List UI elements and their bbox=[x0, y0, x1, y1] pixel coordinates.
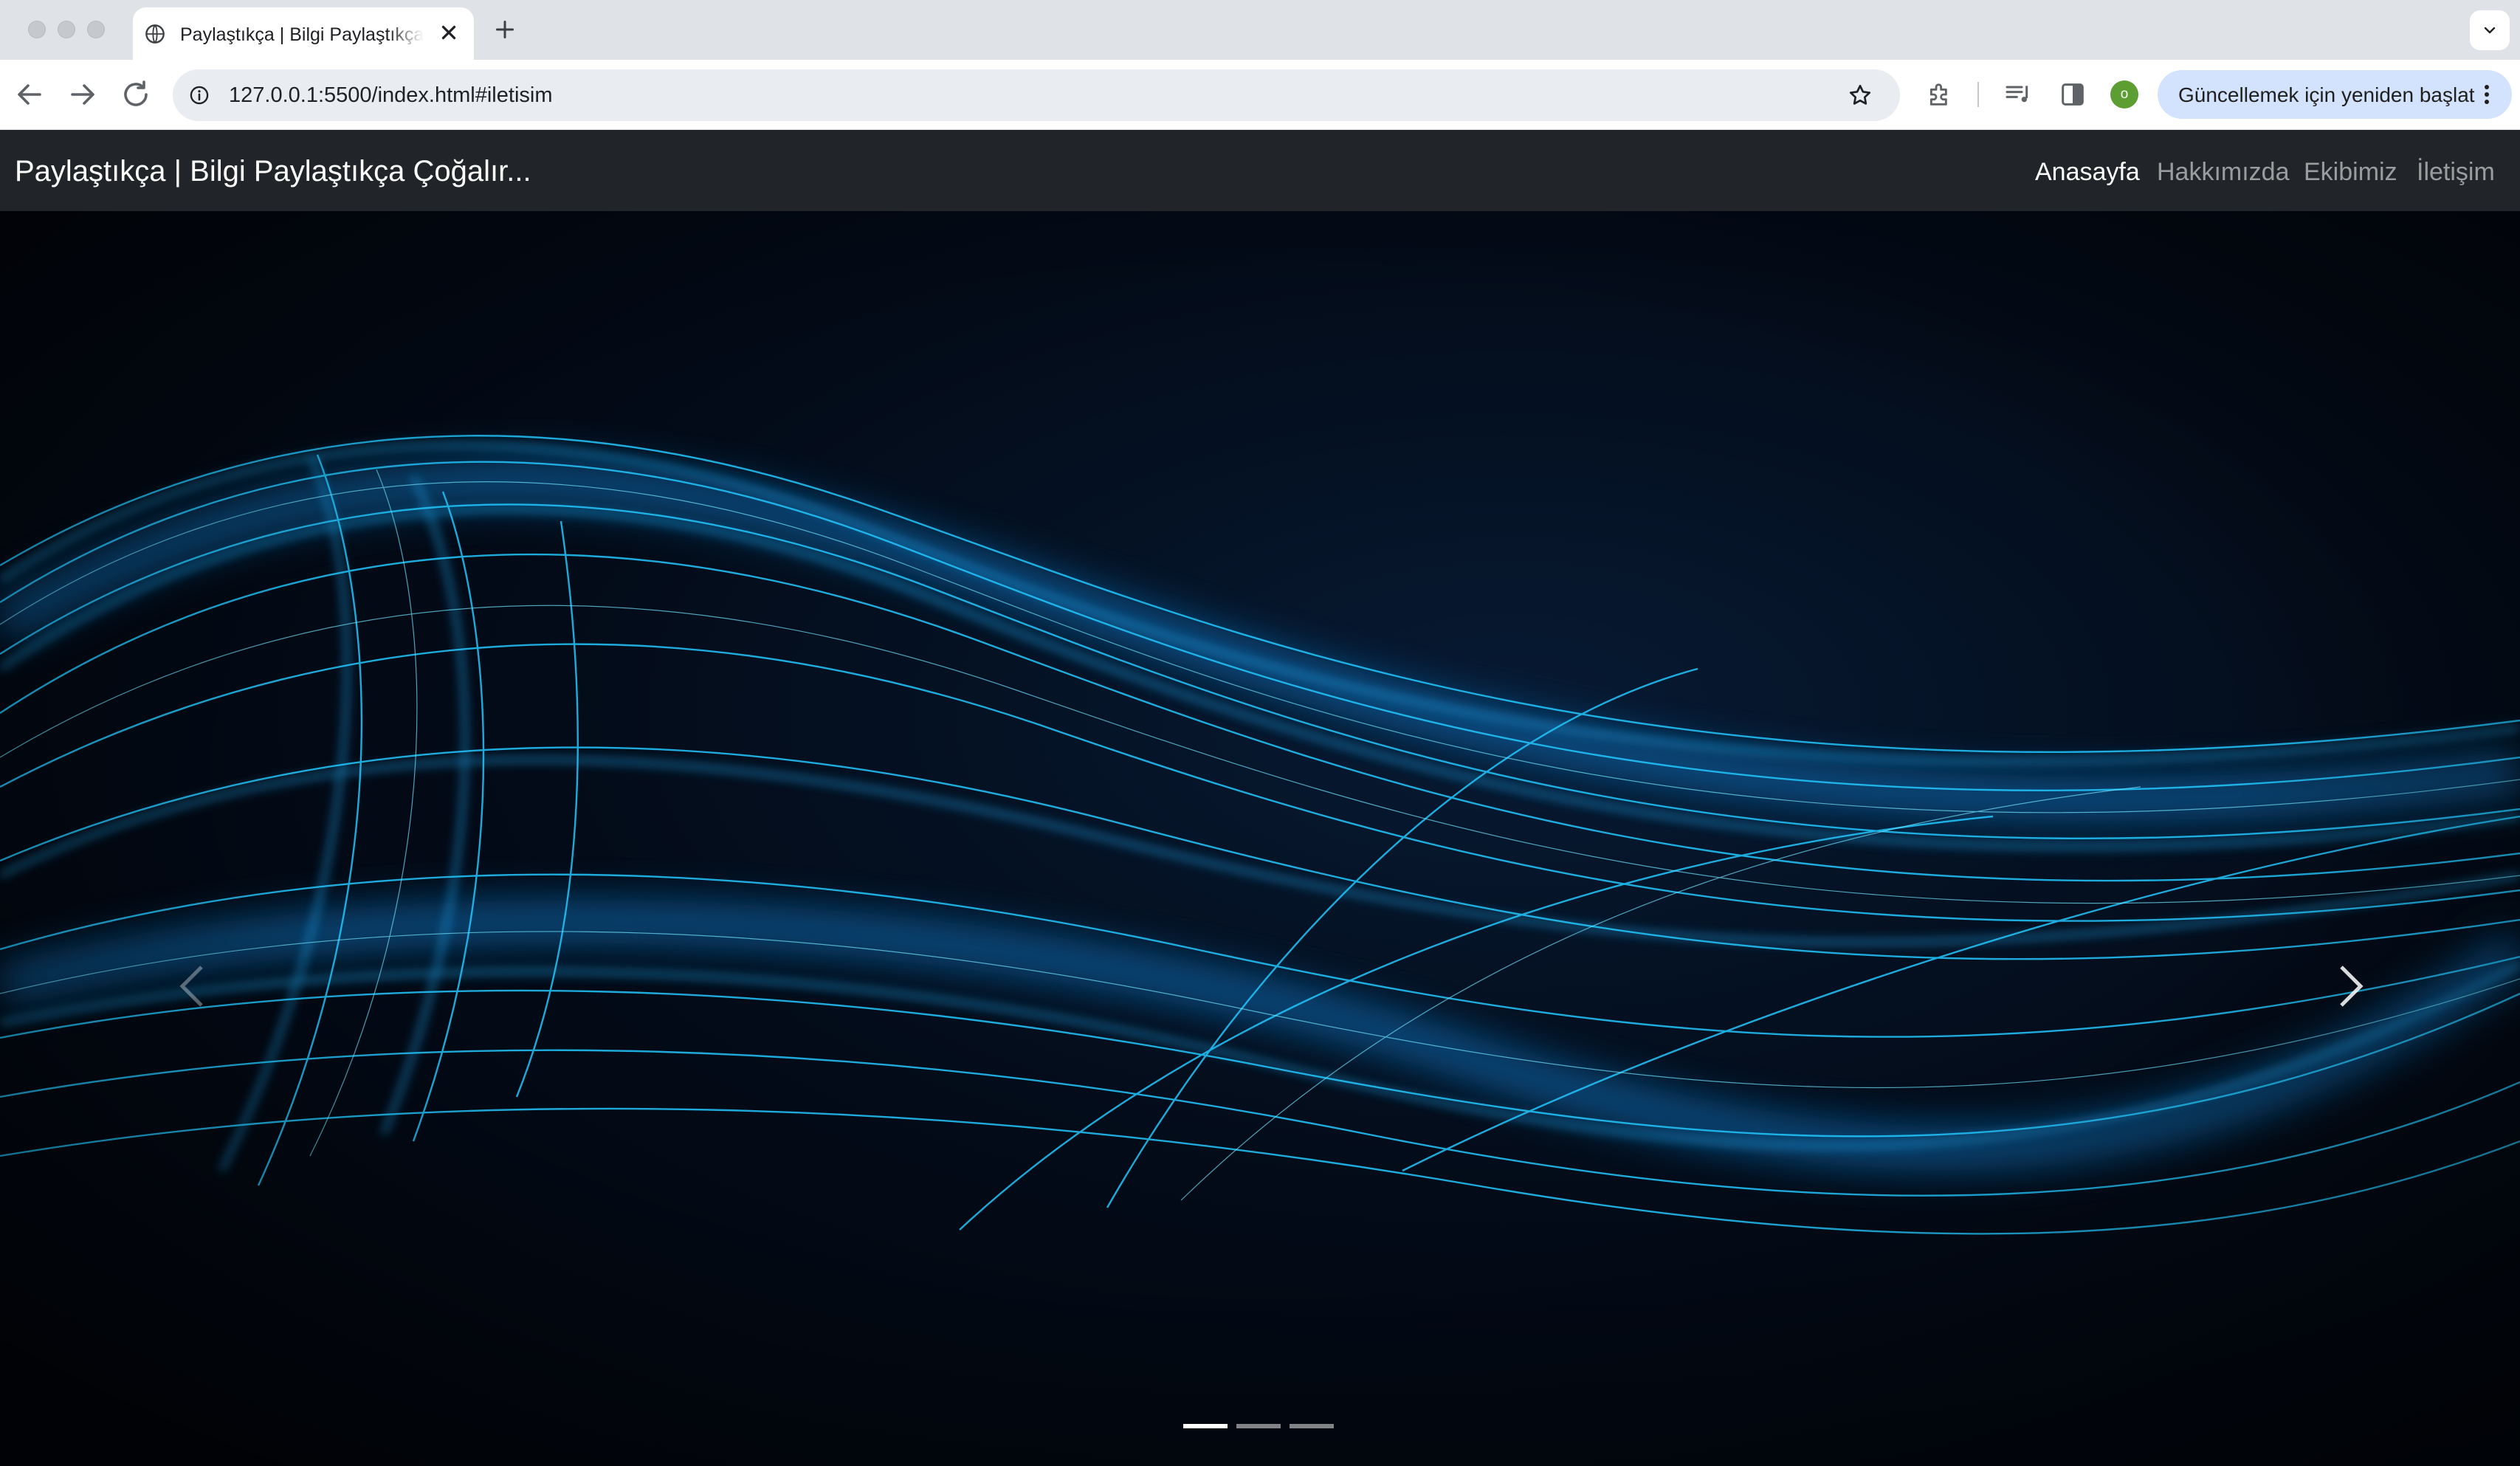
chevron-left-icon bbox=[179, 966, 203, 1007]
media-control-icon[interactable] bbox=[2003, 80, 2033, 109]
toolbar-divider bbox=[1977, 82, 1979, 107]
forward-arrow-icon[interactable] bbox=[65, 77, 100, 112]
address-bar[interactable]: 127.0.0.1:5500/index.html#iletisim bbox=[173, 69, 1900, 121]
nav-link-iletisim[interactable]: İletişim bbox=[2417, 158, 2495, 187]
update-restart-label: Güncellemek için yeniden başlat bbox=[2178, 83, 2475, 106]
nav-link-anasayfa[interactable]: Anasayfa bbox=[2035, 158, 2140, 187]
profile-avatar[interactable]: o bbox=[2110, 80, 2138, 109]
hero-carousel bbox=[0, 211, 2520, 1466]
carousel-indicator-2[interactable] bbox=[1236, 1424, 1281, 1428]
window-maximize-button[interactable] bbox=[87, 21, 105, 38]
back-arrow-icon[interactable] bbox=[12, 77, 47, 112]
carousel-indicator-1[interactable] bbox=[1183, 1424, 1228, 1428]
bookmark-star-icon[interactable] bbox=[1847, 82, 1873, 109]
new-tab-icon[interactable] bbox=[492, 16, 518, 43]
browser-toolbar: 127.0.0.1:5500/index.html#iletisim o Gün… bbox=[0, 60, 2520, 130]
carousel-indicator-3[interactable] bbox=[1290, 1424, 1334, 1428]
carousel-indicators bbox=[1183, 1424, 1338, 1430]
extensions-puzzle-icon[interactable] bbox=[1925, 80, 1955, 109]
window-minimize-button[interactable] bbox=[58, 21, 75, 38]
site-navbar: Paylaştıkça | Bilgi Paylaştıkça Çoğalır.… bbox=[0, 130, 2520, 211]
more-menu-icon[interactable] bbox=[2482, 83, 2491, 106]
nav-link-hakkimizda[interactable]: Hakkımızda bbox=[2157, 158, 2290, 187]
nav-link-ekibimiz[interactable]: Ekibimiz bbox=[2304, 158, 2397, 187]
browser-tab-strip: Paylaştıkça | Bilgi Paylaştıkça Çoğalır.… bbox=[0, 0, 2520, 60]
site-brand-link[interactable]: Paylaştıkça | Bilgi Paylaştıkça Çoğalır.… bbox=[15, 155, 531, 188]
carousel-next-button[interactable] bbox=[2292, 912, 2410, 1060]
chevron-down-icon bbox=[2484, 27, 2496, 34]
chevron-right-icon bbox=[2340, 966, 2364, 1007]
url-text[interactable]: 127.0.0.1:5500/index.html#iletisim bbox=[229, 83, 552, 108]
tab-title: Paylaştıkça | Bilgi Paylaştıkça Çoğalır.… bbox=[180, 24, 424, 45]
abstract-wave-background-image bbox=[0, 211, 2520, 1466]
tab-search-button[interactable] bbox=[2470, 10, 2510, 50]
update-restart-button[interactable]: Güncellemek için yeniden başlat bbox=[2158, 70, 2512, 119]
reload-icon[interactable] bbox=[118, 77, 154, 112]
globe-icon bbox=[145, 24, 165, 44]
carousel-prev-button[interactable] bbox=[133, 912, 251, 1060]
browser-tab[interactable]: Paylaştıkça | Bilgi Paylaştıkça Çoğalır.… bbox=[133, 7, 474, 60]
window-close-button[interactable] bbox=[28, 21, 46, 38]
site-info-icon[interactable] bbox=[189, 85, 210, 106]
tab-close-icon[interactable] bbox=[436, 19, 462, 46]
side-panel-icon[interactable] bbox=[2058, 80, 2087, 109]
